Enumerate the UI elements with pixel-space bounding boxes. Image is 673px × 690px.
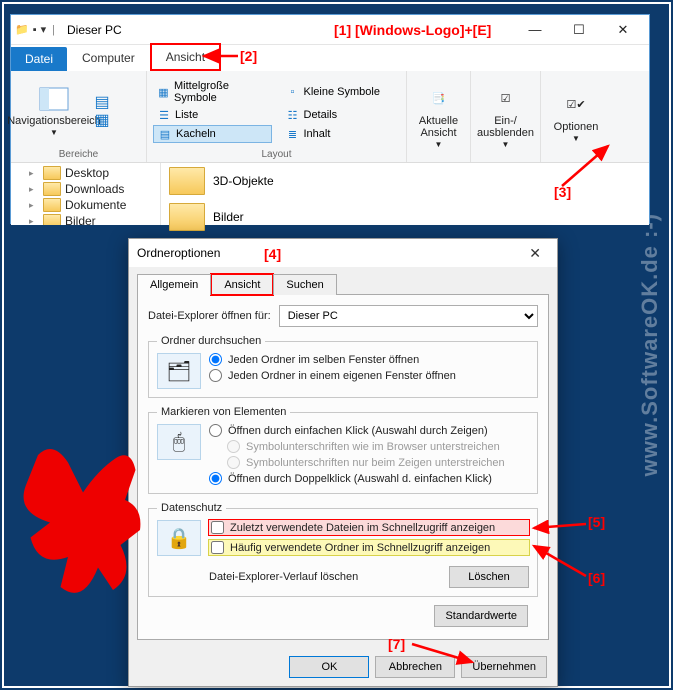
app-icon: 📁 (15, 23, 29, 36)
navigation-pane-icon (38, 85, 70, 113)
folder-icon (169, 167, 205, 195)
radio-single-click[interactable]: Öffnen durch einfachen Klick (Auswahl du… (209, 424, 505, 437)
layout-gallery[interactable]: ▦Mittelgroße Symbole ▫Kleine Symbole ☰Li… (153, 79, 400, 143)
tree-item-downloads[interactable]: ▸Downloads (15, 181, 156, 197)
tab-file[interactable]: Datei (11, 47, 67, 71)
details-icon: ☷ (286, 108, 300, 122)
tiles-icon: ▤ (158, 127, 172, 141)
file-item-pictures[interactable]: Bilder (169, 203, 641, 231)
window-title: Dieser PC (67, 23, 122, 37)
defaults-button[interactable]: Standardwerte (434, 605, 528, 627)
ok-button[interactable]: OK (289, 656, 369, 678)
radio-double-click[interactable]: Öffnen durch Doppelklick (Auswahl d. ein… (209, 472, 505, 485)
folder-icon (43, 198, 61, 212)
preview-pane-icon[interactable]: ▤ (95, 95, 109, 109)
folder-icon (43, 214, 61, 225)
clear-history-label: Datei-Explorer-Verlauf löschen (209, 571, 358, 583)
browse-legend: Ordner durchsuchen (157, 335, 265, 347)
tab-computer[interactable]: Computer (67, 45, 150, 71)
folder-icon (43, 166, 61, 180)
click-items-icon: 🖱 (157, 424, 201, 460)
annotation-6: [6] (588, 570, 605, 586)
qat-dropdown-icon[interactable]: ▾ (41, 23, 47, 36)
list-icon: ☰ (157, 108, 171, 122)
show-hide-icon: ☑ (490, 85, 522, 113)
content-icon: ≣ (286, 127, 300, 141)
annotation-5: [5] (588, 514, 605, 530)
folder-icon (43, 182, 61, 196)
click-legend: Markieren von Elementen (157, 406, 290, 418)
radio-underline-hover: Symbolunterschriften nur beim Zeigen unt… (209, 456, 505, 469)
open-for-select[interactable]: Dieser PC (279, 305, 538, 327)
titlebar: 📁 ▪ ▾ | Dieser PC — ☐ ✕ (11, 15, 649, 45)
nav-label: Navigationsbereich (7, 115, 101, 127)
folder-options-dialog: Ordneroptionen ✕ Allgemein Ansicht Suche… (128, 238, 558, 687)
tree-item-pictures[interactable]: ▸Bilder (15, 213, 156, 225)
dialog-tab-search[interactable]: Suchen (273, 274, 336, 295)
privacy-fieldset: Datenschutz 🔒 Zuletzt verwendete Dateien… (148, 502, 538, 597)
annotation-7: [7] (388, 636, 405, 652)
open-for-label: Datei-Explorer öffnen für: (148, 310, 271, 322)
radio-underline-browser: Symbolunterschriften wie im Browser unte… (209, 440, 505, 453)
tree-item-desktop[interactable]: ▸Desktop (15, 165, 156, 181)
radio-own-window[interactable]: Jeden Ordner in einem eigenen Fenster öf… (209, 369, 456, 382)
current-view-button[interactable]: 📑Aktuelle Ansicht▼ (413, 85, 464, 150)
maximize-button[interactable]: ☐ (557, 16, 601, 44)
medium-icons-icon: ▦ (157, 85, 170, 99)
qat-item[interactable]: ▪ (33, 24, 37, 36)
annotation-3: [3] (554, 184, 571, 200)
options-icon: ☑✔ (560, 91, 592, 119)
dialog-title: Ordneroptionen (137, 246, 220, 260)
browse-folders-icon: 🗂 (157, 353, 201, 389)
browse-fieldset: Ordner durchsuchen 🗂 Jeden Ordner im sel… (148, 335, 538, 398)
privacy-icon: 🔒 (157, 520, 201, 556)
navigation-tree[interactable]: ▸Desktop ▸Downloads ▸Dokumente ▸Bilder (11, 163, 161, 225)
current-view-icon: 📑 (423, 85, 455, 113)
radio-same-window[interactable]: Jeden Ordner im selben Fenster öffnen (209, 353, 456, 366)
checkbox-frequent-folders[interactable]: Häufig verwendete Ordner im Schnellzugri… (209, 540, 529, 555)
minimize-button[interactable]: — (513, 16, 557, 44)
group-panes-label: Bereiche (17, 147, 140, 160)
privacy-legend: Datenschutz (157, 502, 226, 514)
clear-button[interactable]: Löschen (449, 566, 529, 588)
dialog-titlebar: Ordneroptionen ✕ (129, 239, 557, 267)
annotation-2: [2] (240, 48, 257, 64)
show-hide-button[interactable]: ☑Ein-/ ausblenden▼ (477, 85, 534, 150)
dropdown-icon: ▼ (50, 129, 58, 138)
dialog-close-button[interactable]: ✕ (521, 243, 549, 264)
options-button[interactable]: ☑✔Optionen▼ (547, 91, 605, 144)
close-button[interactable]: ✕ (601, 16, 645, 44)
small-icons-icon: ▫ (286, 85, 300, 99)
tree-item-documents[interactable]: ▸Dokumente (15, 197, 156, 213)
annotation-4: [4] (264, 246, 281, 262)
logo-silhouette (8, 440, 158, 620)
click-fieldset: Markieren von Elementen 🖱 Öffnen durch e… (148, 406, 538, 494)
details-pane-icon[interactable]: ▦ (95, 113, 109, 127)
dialog-tab-general[interactable]: Allgemein (137, 274, 211, 295)
ribbon: Navigationsbereich ▼ ▤ ▦ Bereiche ▦Mitte… (11, 71, 649, 163)
folder-icon (169, 203, 205, 231)
annotation-1: [1] [Windows-Logo]+[E] (334, 22, 491, 38)
checkbox-recent-files[interactable]: Zuletzt verwendete Dateien im Schnellzug… (209, 520, 529, 535)
dialog-tab-view[interactable]: Ansicht (211, 274, 273, 295)
navigation-pane-button[interactable]: Navigationsbereich ▼ (17, 85, 91, 138)
group-layout-label: Layout (153, 147, 400, 160)
